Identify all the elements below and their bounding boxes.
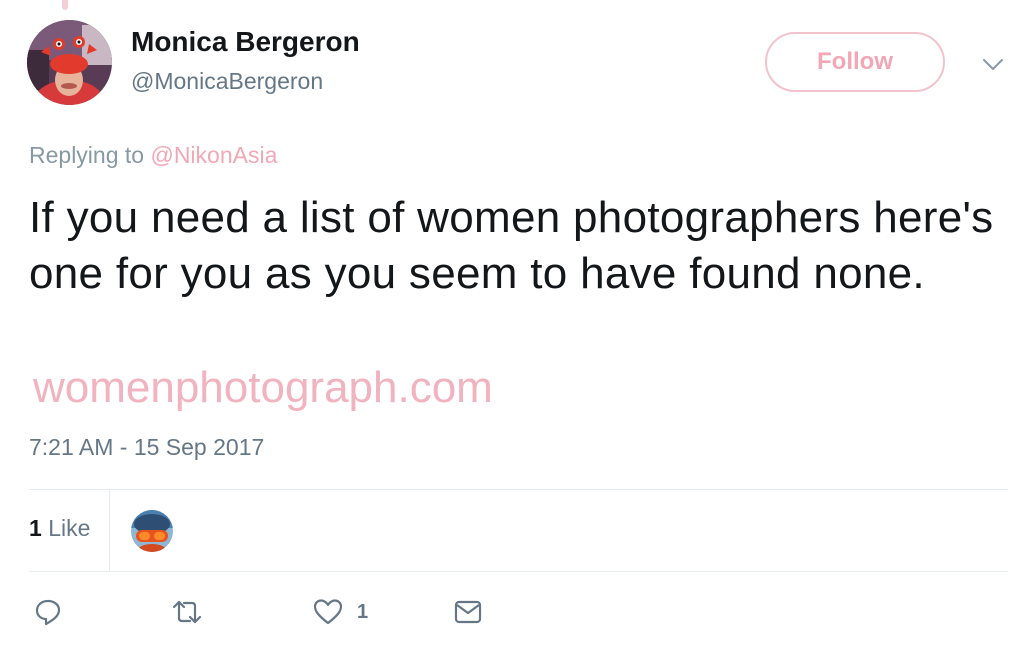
tweet-link[interactable]: womenphotograph.com xyxy=(33,360,493,416)
divider-bottom xyxy=(29,571,1008,572)
like-button[interactable]: 1 xyxy=(313,597,368,627)
retweet-button[interactable] xyxy=(170,597,204,627)
tweet-timestamp[interactable]: 7:21 AM - 15 Sep 2017 xyxy=(29,434,264,461)
heart-icon xyxy=(313,599,343,625)
avatar[interactable] xyxy=(27,20,112,105)
author-name[interactable]: Monica Bergeron xyxy=(131,26,360,58)
liker-avatar[interactable] xyxy=(131,510,173,552)
retweet-icon xyxy=(172,600,202,624)
stats-divider xyxy=(109,489,110,571)
top-edge-artifact xyxy=(62,0,68,10)
envelope-icon xyxy=(454,600,482,624)
reply-context: Replying to @NikonAsia xyxy=(29,142,277,169)
follow-button[interactable]: Follow xyxy=(765,32,945,92)
author-handle[interactable]: @MonicaBergeron xyxy=(131,68,323,95)
like-count: 1 xyxy=(357,600,369,623)
likes-stat[interactable]: 1 Like xyxy=(29,515,90,542)
reply-mention-link[interactable]: @NikonAsia xyxy=(150,142,277,168)
tweet-text: If you need a list of women photographer… xyxy=(29,193,994,298)
reply-icon xyxy=(35,599,61,626)
chevron-down-icon[interactable] xyxy=(980,53,1006,75)
likes-count: 1 xyxy=(29,515,42,541)
reply-button[interactable] xyxy=(34,597,62,627)
likes-label: Like xyxy=(48,515,91,541)
liker-avatar-image xyxy=(131,510,173,552)
divider-top xyxy=(29,489,1008,490)
reply-context-label: Replying to xyxy=(29,142,145,168)
avatar-image xyxy=(27,20,112,105)
direct-message-button[interactable] xyxy=(454,597,482,627)
